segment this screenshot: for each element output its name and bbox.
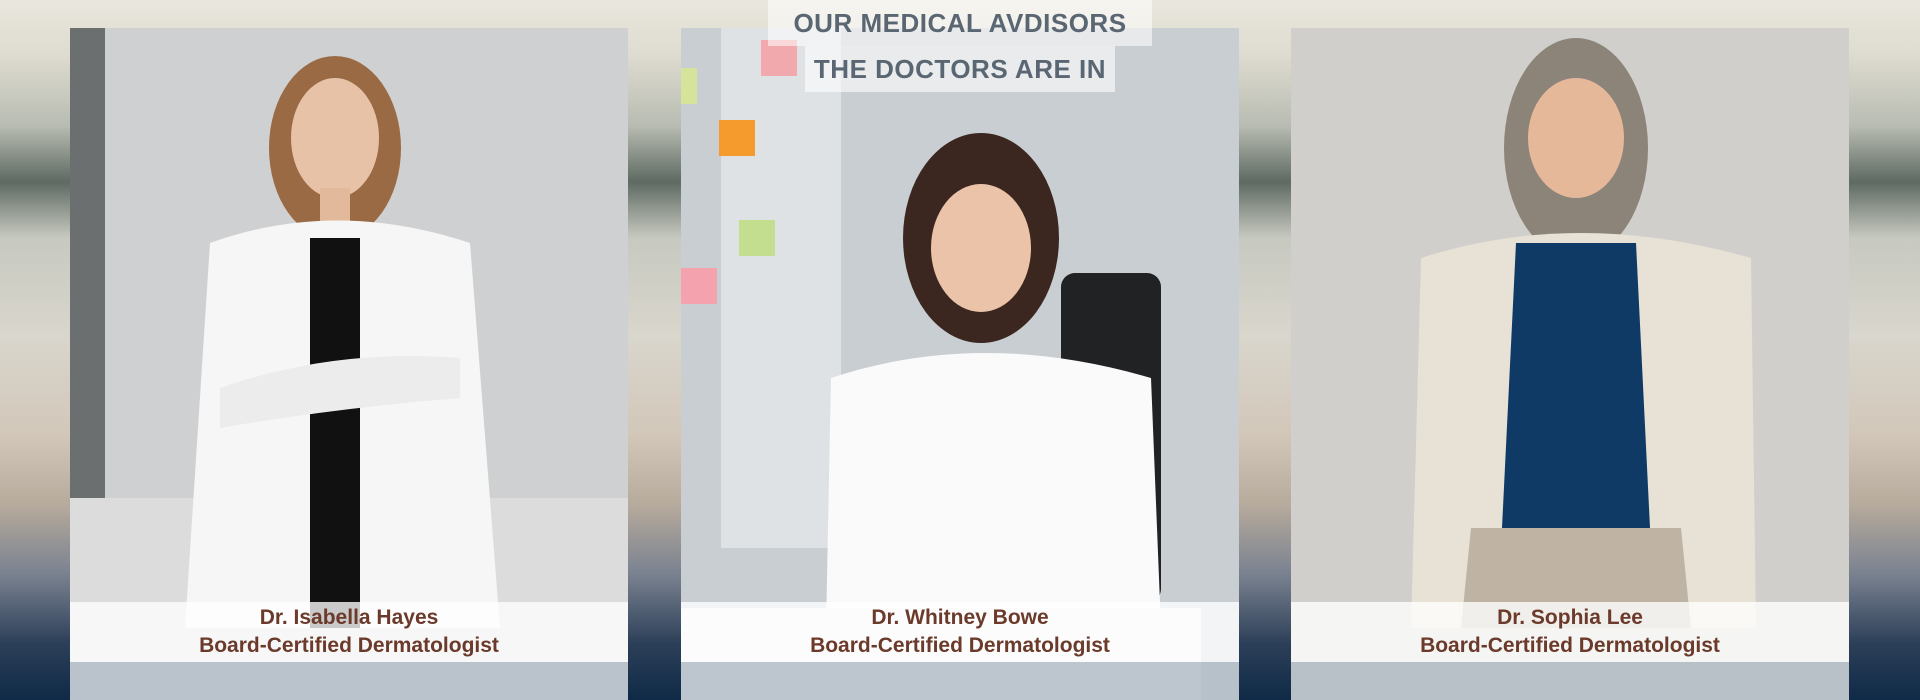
doctor-photo-3 (1291, 28, 1849, 700)
doctor-role-1: Board-Certified Dermatologist (199, 634, 499, 657)
section-heading: OUR MEDICAL AVDISORS (768, 0, 1152, 46)
doctor-caption-1: Dr. Isabella Hayes Board-Certified Derma… (70, 602, 628, 662)
caption-strip-3 (1291, 662, 1849, 700)
doctor-card-1: Dr. Isabella Hayes Board-Certified Derma… (70, 28, 628, 700)
doctor-photo-2 (681, 28, 1239, 700)
doctor-name-2: Dr. Whitney Bowe (871, 606, 1049, 629)
caption-strip-2 (681, 662, 1239, 700)
section-title: OUR MEDICAL AVDISORS (793, 7, 1127, 38)
doctor-role-2: Board-Certified Dermatologist (810, 634, 1110, 657)
doctor-name-1: Dr. Isabella Hayes (259, 606, 439, 629)
doctor-caption-2: Dr. Whitney Bowe Board-Certified Dermato… (681, 602, 1239, 662)
doctor-name-3: Dr. Sophia Lee (1497, 606, 1643, 629)
doctor-photo-1 (70, 28, 628, 700)
section-subtitle: THE DOCTORS ARE IN (813, 53, 1107, 84)
section-subheading: THE DOCTORS ARE IN (805, 46, 1115, 92)
doctor-role-3: Board-Certified Dermatologist (1420, 634, 1720, 657)
doctor-card-2: Dr. Whitney Bowe Board-Certified Dermato… (681, 28, 1239, 700)
caption-strip-1 (70, 662, 628, 700)
doctor-caption-3: Dr. Sophia Lee Board-Certified Dermatolo… (1291, 602, 1849, 662)
doctor-card-3: Dr. Sophia Lee Board-Certified Dermatolo… (1291, 28, 1849, 700)
